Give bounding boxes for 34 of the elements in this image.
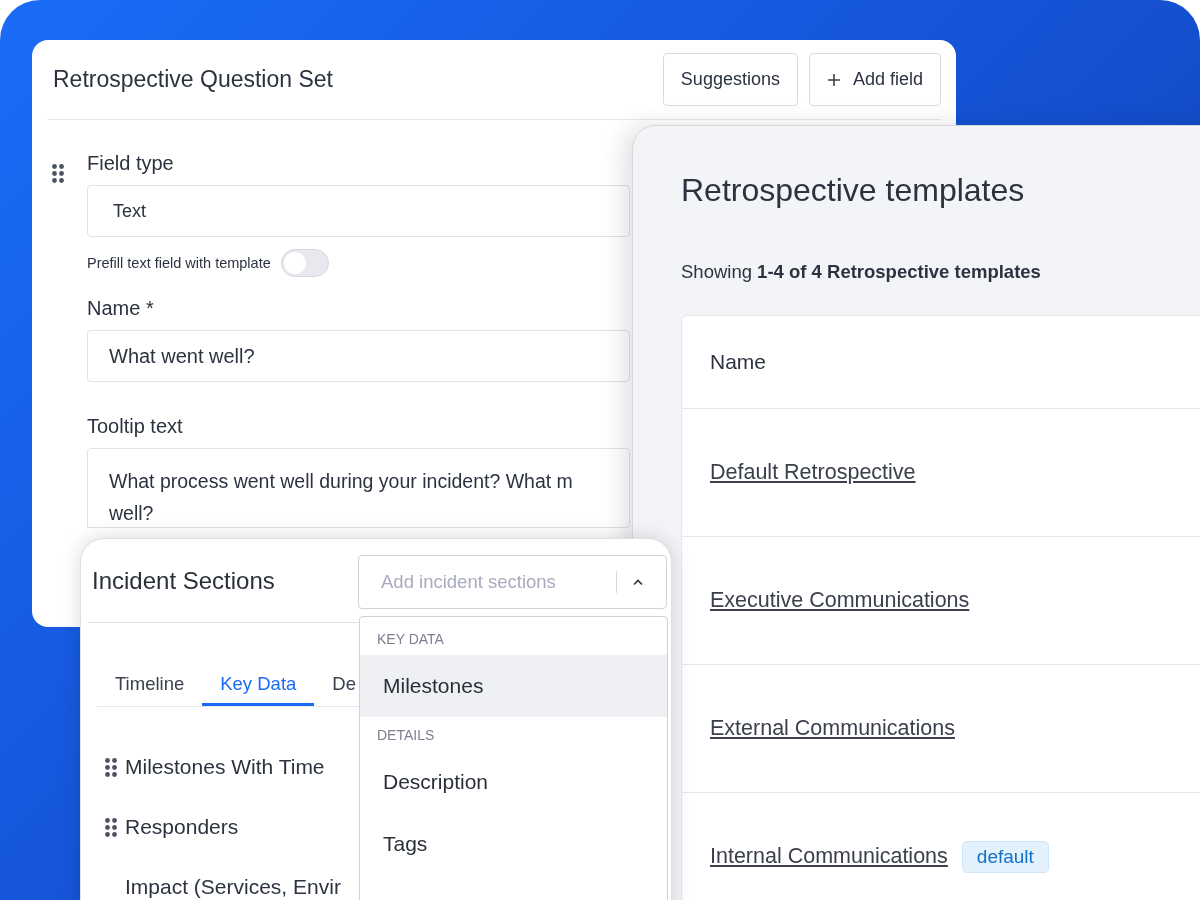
field-label: Field type: [87, 152, 175, 175]
drag-handle-icon[interactable]: [52, 164, 64, 183]
tooltip-textarea[interactable]: What process went well during your incident? What m well?: [87, 448, 630, 528]
template-link[interactable]: Internal Communications: [710, 844, 948, 869]
drag-handle-icon[interactable]: [105, 817, 117, 837]
group-heading: KEY DATA: [376, 631, 445, 649]
tab[interactable]: Key Data: [202, 667, 315, 706]
panel-title: Retrospective templates: [681, 172, 1026, 209]
suggestions-button[interactable]: Suggestions: [662, 53, 798, 106]
tab[interactable]: Timeline: [97, 667, 203, 706]
template-link[interactable]: Default Retrospective: [710, 460, 916, 485]
field-label: Tooltip text: [87, 415, 184, 438]
menu-option[interactable]: Milestones: [360, 655, 667, 717]
name-input[interactable]: What went well?: [87, 330, 630, 382]
default-badge: default: [961, 840, 1049, 873]
group-heading: DETAILS: [376, 727, 436, 745]
toggle-switch[interactable]: [280, 249, 329, 277]
section-name: Milestones With Time: [125, 755, 325, 779]
section-name: Responders: [125, 815, 239, 839]
template-link[interactable]: External Communications: [710, 716, 955, 741]
drag-handle-icon[interactable]: [105, 757, 117, 777]
card-title: Retrospective Question Set: [53, 66, 333, 93]
menu-option[interactable]: Description: [360, 751, 667, 813]
toggle-label: Prefill text field with template: [87, 255, 271, 271]
menu-option[interactable]: Tags: [360, 813, 667, 875]
result-count: Showing 1-4 of 4 Retrospective templates: [681, 261, 1042, 283]
field-label: Name *: [87, 297, 155, 320]
plus-icon: [826, 72, 841, 87]
add-field-button[interactable]: Add field: [808, 53, 941, 106]
template-link[interactable]: Executive Communications: [710, 588, 970, 613]
column-header: Name: [682, 316, 1200, 409]
card-title: Incident Sections: [92, 566, 275, 595]
field-type-select[interactable]: Text: [87, 185, 630, 237]
section-name: Impact (Services, Envir: [125, 875, 341, 899]
